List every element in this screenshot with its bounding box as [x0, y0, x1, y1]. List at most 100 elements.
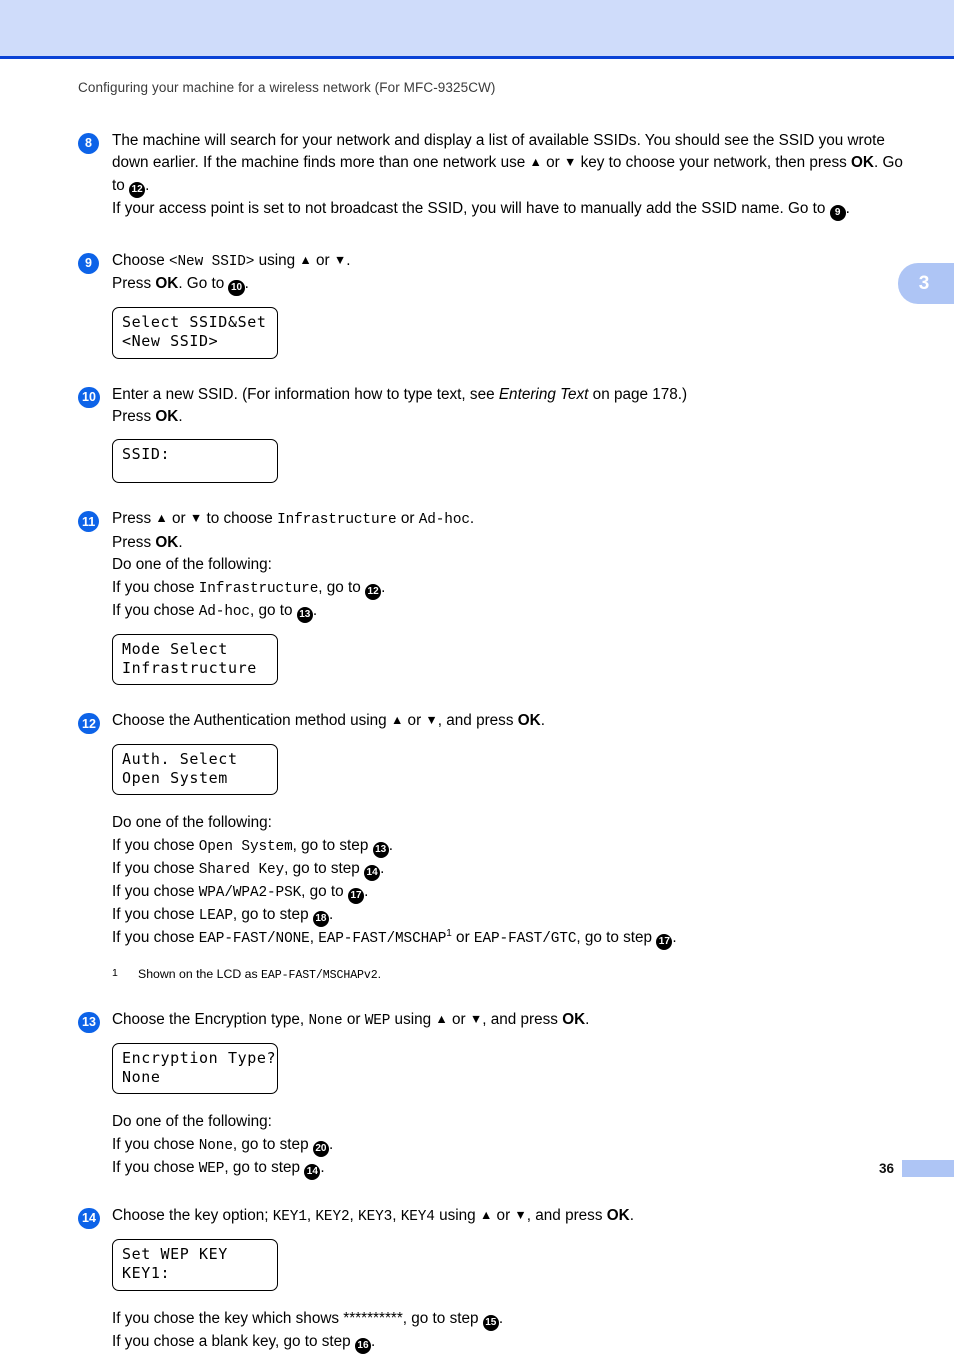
text-run: Enter a new SSID. (For information how t… — [112, 385, 499, 403]
text-run: Press — [112, 408, 156, 425]
text-run: , — [309, 929, 319, 947]
step-reference: 15 — [482, 1314, 499, 1331]
text-run: or — [396, 510, 419, 528]
step-12-line-1: Choose the Authentication method using ▲… — [112, 710, 908, 732]
text-run: , go to step — [232, 906, 313, 924]
text-run: . — [328, 906, 334, 924]
text-run: If you chose — [112, 859, 199, 877]
text-run: or — [541, 154, 564, 172]
down-arrow-icon: ▼ — [333, 252, 347, 267]
text-run: . — [672, 929, 677, 947]
step-11-marker: 11 — [78, 508, 112, 533]
text-run: . — [845, 199, 850, 217]
lcd-line: Encryption Type? — [122, 1048, 277, 1067]
step-12-line-2: Do one of the following: — [112, 814, 272, 832]
up-arrow-icon: ▲ — [435, 1011, 448, 1026]
down-arrow-icon: ▼ — [514, 1208, 527, 1223]
lcd-term: EAP-FAST/GTC — [473, 931, 577, 948]
step-reference: 17 — [656, 934, 673, 951]
step-reference: 10 — [228, 280, 245, 297]
lcd-line: SSID: — [122, 445, 171, 464]
step-8-body: The machine will search for your network… — [112, 130, 908, 221]
step-11-body: Press ▲ or ▼ to choose Infrastructure or… — [112, 508, 908, 686]
step-reference: 13 — [296, 606, 313, 623]
text-run: . — [585, 1010, 590, 1028]
step-reference: 18 — [312, 911, 329, 928]
step-10-body: Enter a new SSID. (For information how t… — [112, 384, 908, 484]
step-12-line-3: If you chose Open System, go to step 13. — [112, 835, 908, 858]
step-12-line-6: If you chose LEAP, go to step 18. — [112, 904, 908, 928]
text-run: Shown on the LCD as — [138, 966, 262, 981]
down-arrow-icon: ▼ — [189, 511, 203, 526]
text-run: . — [178, 408, 183, 425]
step-reference: 9 — [829, 204, 846, 221]
footnote-marker: 1 — [112, 966, 118, 979]
text-run: or — [492, 1207, 515, 1225]
ok-key-label: OK — [517, 712, 541, 730]
lcd-line: None — [122, 1068, 161, 1087]
text-run: to choose — [202, 510, 278, 528]
text-run: Choose the Encryption type, — [112, 1010, 309, 1028]
text-run: , go to step — [284, 859, 365, 877]
lcd-panel-auth-select: Auth. Select Open System — [112, 743, 278, 796]
text-run: . — [364, 883, 369, 901]
text-run: or — [167, 510, 190, 528]
cross-reference-title: Entering Text — [498, 385, 589, 403]
text-run: Choose — [112, 251, 169, 269]
text-run: If you chose — [112, 906, 199, 924]
down-arrow-icon: ▼ — [563, 155, 577, 170]
step-12: 12 Choose the Authentication method usin… — [78, 710, 908, 983]
step-reference: 14 — [304, 1163, 321, 1180]
text-run: or — [451, 929, 474, 947]
text-run: , go to step — [224, 1158, 305, 1176]
lcd-term: None — [198, 1137, 233, 1154]
lcd-term: LEAP — [198, 908, 233, 925]
footer-accent-bar — [902, 1159, 954, 1177]
text-run: , go to — [301, 883, 348, 901]
text-run: using — [254, 251, 300, 269]
text-run: , and press — [526, 1207, 607, 1225]
text-run: Press — [112, 533, 156, 551]
step-14-line-1: Choose the key option; KEY1, KEY2, KEY3,… — [112, 1205, 908, 1228]
step-13-body: Choose the Encryption type, None or WEP … — [112, 1009, 908, 1180]
text-run: If you chose a blank key, go to step — [112, 1332, 355, 1350]
text-run: . — [629, 1207, 634, 1225]
step-8-marker: 8 — [78, 130, 112, 154]
text-run: . — [371, 1332, 376, 1350]
lcd-panel-mode-select: Mode Select Infrastructure — [112, 633, 278, 686]
step-14-body: Choose the key option; KEY1, KEY2, KEY3,… — [112, 1205, 908, 1354]
step-10-marker: 10 — [78, 384, 112, 408]
chapter-tab-number: 3 — [918, 272, 930, 294]
text-run: . — [388, 836, 393, 854]
footnote-text: Shown on the LCD as EAP-FAST/MSCHAPv2. — [138, 965, 381, 984]
text-run: . — [381, 578, 386, 596]
text-run: using — [434, 1207, 480, 1225]
down-arrow-icon: ▼ — [469, 1011, 483, 1026]
lcd-term: None — [308, 1012, 343, 1029]
step-14-marker: 14 — [78, 1205, 112, 1230]
text-run: If you chose — [112, 836, 199, 854]
text-run: If you chose — [112, 1135, 199, 1153]
up-arrow-icon: ▲ — [529, 155, 542, 170]
step-14-line-2: If you chose the key which shows *******… — [112, 1308, 908, 1331]
up-arrow-icon: ▲ — [155, 511, 168, 526]
step-13-line-1: Choose the Encryption type, None or WEP … — [112, 1009, 908, 1032]
step-13: 13 Choose the Encryption type, None or W… — [78, 1009, 908, 1180]
text-run: . — [145, 176, 150, 194]
lcd-term: EAP-FAST/MSCHAP — [318, 931, 447, 948]
down-arrow-icon: ▼ — [425, 713, 438, 728]
text-run: If you chose — [112, 929, 199, 947]
lcd-term: WEP — [364, 1012, 391, 1029]
text-run: Choose the key option; — [112, 1207, 273, 1225]
lcd-term: Shared Key — [198, 861, 285, 878]
step-12-line-7: If you chose EAP-FAST/NONE, EAP-FAST/MSC… — [112, 927, 908, 951]
text-run: , go to step — [292, 836, 373, 854]
text-run: . — [377, 966, 382, 981]
text-run: , and press — [437, 712, 518, 730]
step-reference: 12 — [365, 583, 382, 600]
step-9-body: Choose <New SSID> using ▲ or ▼. Press OK… — [112, 250, 908, 359]
text-run: . — [312, 601, 318, 619]
lcd-term: Ad-hoc — [198, 603, 250, 620]
text-run: , — [392, 1207, 401, 1225]
up-arrow-icon: ▲ — [390, 713, 404, 728]
